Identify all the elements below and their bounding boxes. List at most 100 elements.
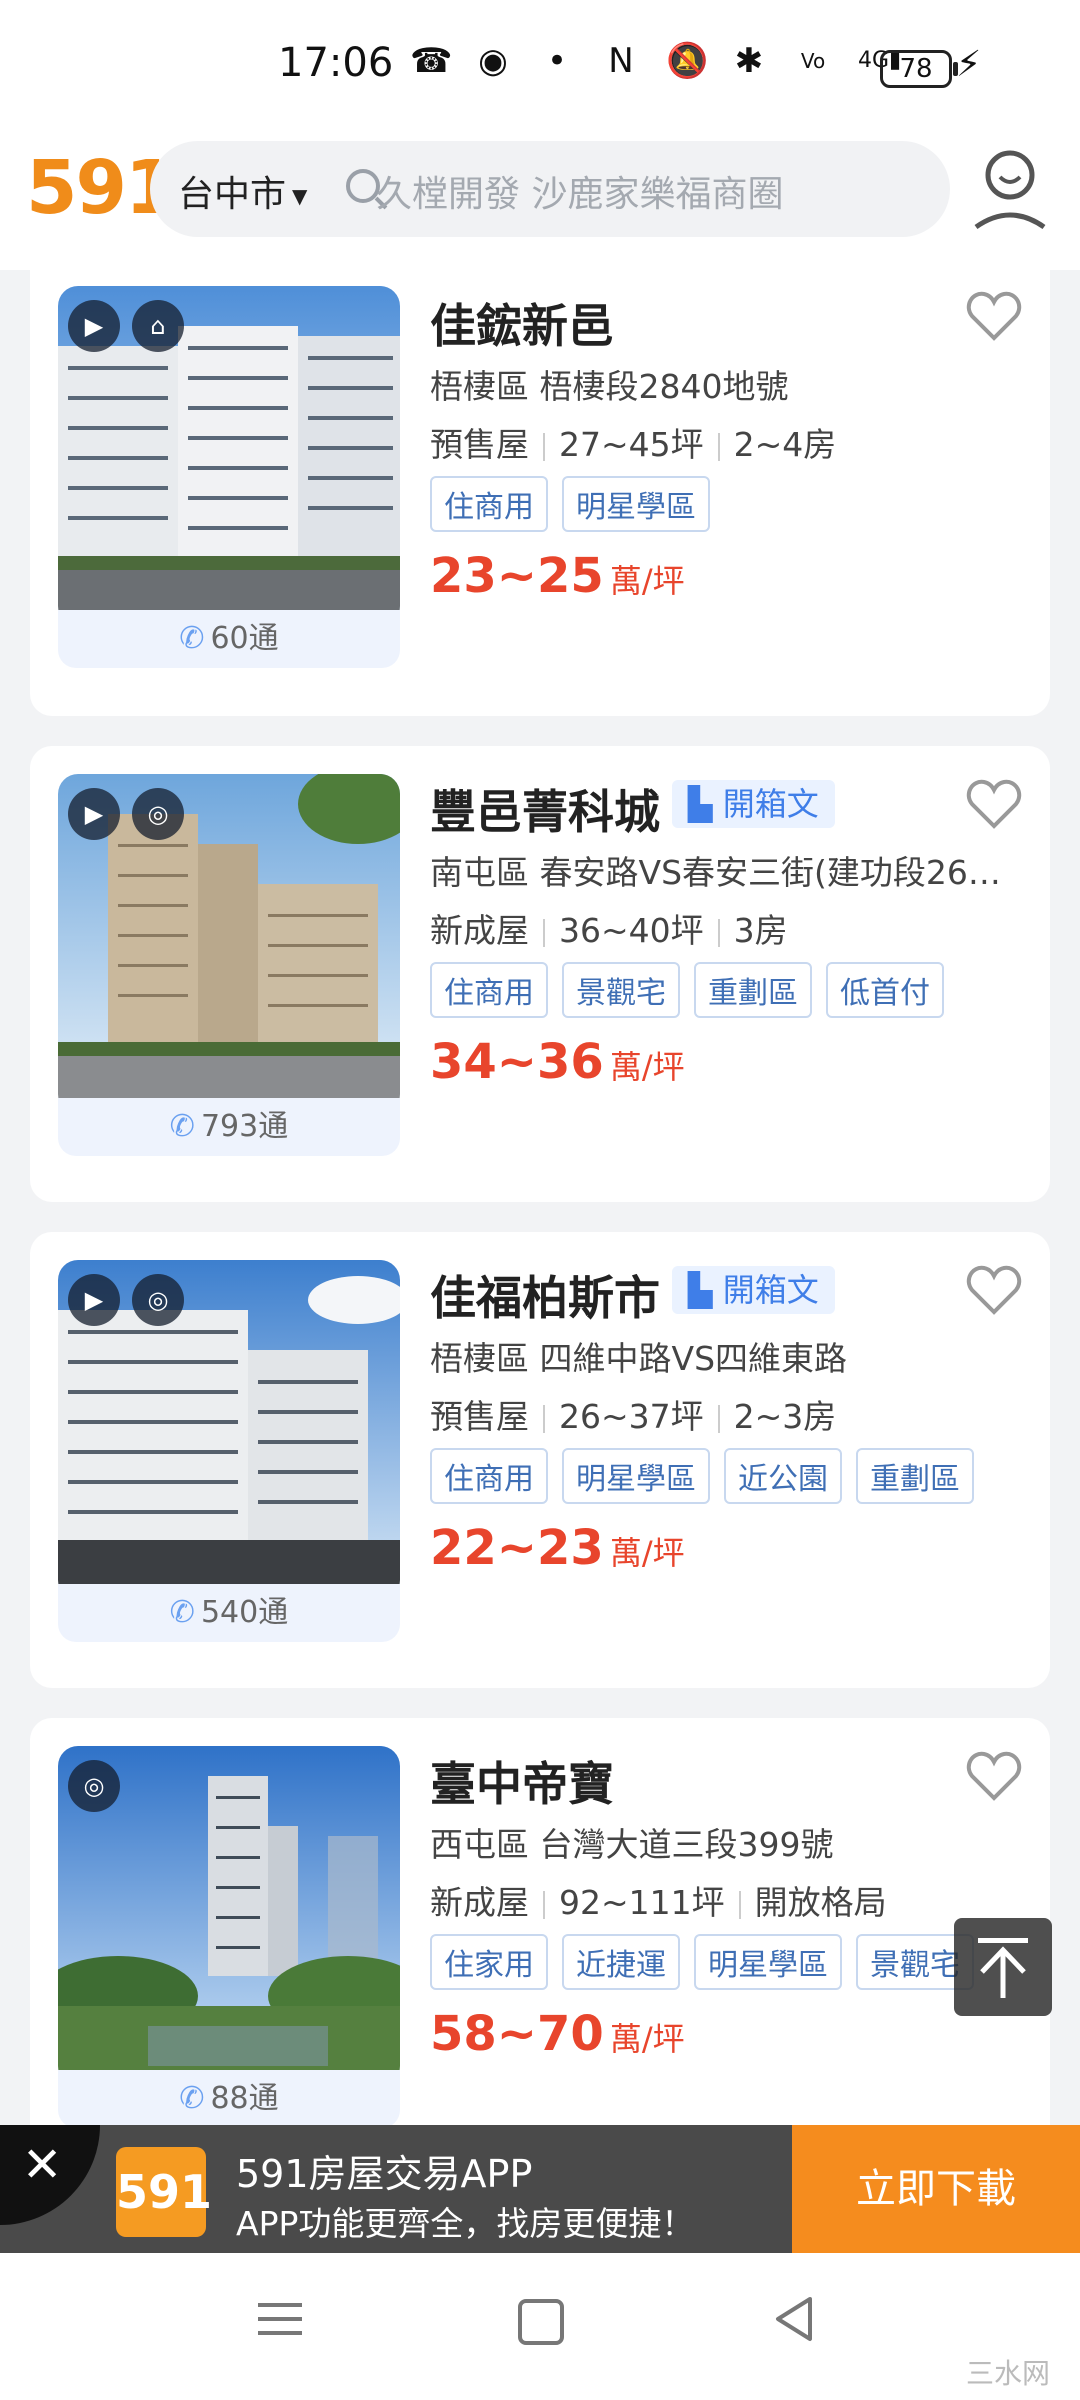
- vr-tour-icon[interactable]: ◎: [68, 1760, 120, 1812]
- listing-rooms: 開放格局: [754, 1883, 887, 1922]
- listing-type: 新成屋: [430, 911, 529, 950]
- divider: [738, 1890, 741, 1919]
- vr-tour-icon[interactable]: ◎: [132, 1274, 184, 1326]
- vr-tour-icon[interactable]: ◎: [132, 788, 184, 840]
- price-value: 34~36: [430, 1034, 604, 1090]
- tag: 明星學區: [562, 476, 710, 532]
- listing-address: 梧棲區 四維中路VS四維東路: [430, 1339, 848, 1378]
- favorite-heart-icon[interactable]: [966, 290, 1022, 342]
- listing-title[interactable]: 豐邑菁科城: [430, 776, 660, 842]
- city-select[interactable]: 台中市 ▼: [178, 165, 307, 217]
- favorite-heart-icon[interactable]: [966, 778, 1022, 830]
- divider: [717, 432, 720, 461]
- listing-photo[interactable]: ◎: [58, 1746, 400, 2086]
- listing-photo[interactable]: ▶ ◎: [58, 1260, 400, 1600]
- phone-icon: ✆: [169, 1109, 195, 1144]
- play-video-icon[interactable]: ▶: [68, 788, 120, 840]
- status-bar: 17:06 ☎ ◉ • N 🔕 ✱ Vo 4G▮ 78 ⚡: [0, 0, 1080, 135]
- caret-down-icon: ▼: [292, 184, 308, 208]
- city-label: 台中市: [178, 174, 287, 215]
- listing-tags: 住商用 明星學區: [430, 476, 710, 532]
- listing-card[interactable]: ◎ ✆ 88通 臺中帝寶 西屯區 台灣大道三段399號 新成屋 92~111坪 開放格…: [30, 1718, 1050, 2158]
- listing-rooms: 3房: [733, 911, 788, 950]
- listing-size: 27~45坪: [559, 425, 704, 464]
- volte-icon: Vo: [800, 49, 826, 73]
- unboxing-article-badge[interactable]: ▙ 開箱文: [672, 780, 835, 828]
- listing-title[interactable]: 臺中帝寶: [430, 1748, 614, 1814]
- listing-card[interactable]: ▶ ◎ ✆ 793通 豐邑菁科城 ▙ 開箱文 南屯區 春安路VS春安三街(建功段2…: [30, 746, 1050, 1202]
- call-count: ✆ 540通: [58, 1584, 400, 1642]
- app-header: 591 台中市 ▼ 久樘開發 沙鹿家樂福商圈: [0, 135, 1080, 270]
- listing-address: 南屯區 春安路VS春安三街(建功段26…: [430, 853, 1001, 892]
- favorite-heart-icon[interactable]: [966, 1264, 1022, 1316]
- call-count-label: 88通: [210, 2081, 279, 2116]
- search-icon: [346, 169, 380, 203]
- price-unit: 萬/坪: [609, 1048, 685, 1086]
- phone-icon: ✆: [179, 621, 205, 656]
- divider: [543, 432, 545, 461]
- listing-tags: 住商用 明星學區 近公園 重劃區: [430, 1448, 974, 1504]
- listing-title[interactable]: 佳鋐新邑: [430, 290, 614, 356]
- unboxing-article-badge[interactable]: ▙ 開箱文: [672, 1266, 835, 1314]
- dot-icon: •: [546, 41, 568, 81]
- listing-size: 26~37坪: [559, 1397, 704, 1436]
- listing-address: 梧棲區 梧棲段2840地號: [430, 367, 789, 406]
- recent-apps-icon[interactable]: [258, 2299, 302, 2339]
- call-count: ✆ 88通: [58, 2070, 400, 2128]
- listing-photo[interactable]: ▶ ⌂: [58, 286, 400, 626]
- listing-specs: 新成屋 36~40坪 3房: [430, 904, 788, 952]
- nfc-icon: N: [608, 41, 634, 81]
- search-input[interactable]: 久樘開發 沙鹿家樂福商圈: [376, 165, 783, 217]
- article-icon: ▙: [688, 1271, 723, 1309]
- system-nav-bar: 三水网: [0, 2253, 1080, 2400]
- call-count-label: 60通: [210, 621, 279, 656]
- 3d-model-icon[interactable]: ⌂: [132, 300, 184, 352]
- banner-subtitle: APP功能更齊全，找房更便捷！: [236, 2204, 695, 2243]
- tag: 住商用: [430, 962, 548, 1018]
- unboxing-label: 開箱文: [722, 785, 819, 823]
- price-unit: 萬/坪: [609, 2020, 685, 2058]
- phone-icon: ✆: [169, 1595, 195, 1630]
- call-count-label: 540通: [200, 1595, 289, 1630]
- search-bar[interactable]: 台中市 ▼ 久樘開發 沙鹿家樂福商圈: [150, 141, 950, 237]
- tag: 明星學區: [562, 1448, 710, 1504]
- listing-card[interactable]: ▶ ◎ ✆ 540通 佳福柏斯市 ▙ 開箱文 梧棲區 四維中路VS四維東路 預售屋…: [30, 1232, 1050, 1688]
- listing-type: 預售屋: [430, 425, 529, 464]
- tag: 低首付: [826, 962, 944, 1018]
- missed-call-icon: ☎: [410, 41, 453, 81]
- user-icon[interactable]: [972, 145, 1048, 231]
- listing-card[interactable]: ▶ ⌂ ✆ 60通 佳鋐新邑 梧棲區 梧棲段2840地號 預售屋 27~45坪 2~4…: [30, 270, 1050, 716]
- listing-price: 23~25 萬/坪: [430, 548, 685, 604]
- price-value: 58~70: [430, 2006, 604, 2062]
- listing-price: 58~70 萬/坪: [430, 2006, 685, 2062]
- listing-photo[interactable]: ▶ ◎: [58, 774, 400, 1114]
- listing-price: 22~23 萬/坪: [430, 1520, 685, 1576]
- listing-size: 36~40坪: [559, 911, 704, 950]
- messenger-icon: ◉: [478, 41, 508, 81]
- play-video-icon[interactable]: ▶: [68, 1274, 120, 1326]
- play-video-icon[interactable]: ▶: [68, 300, 120, 352]
- divider: [717, 1404, 720, 1433]
- close-icon[interactable]: ✕: [0, 2125, 100, 2225]
- download-button[interactable]: 立即下載: [792, 2125, 1080, 2253]
- price-value: 23~25: [430, 548, 604, 604]
- tag: 近公園: [724, 1448, 842, 1504]
- listing-rooms: 2~3房: [733, 1397, 837, 1436]
- price-value: 22~23: [430, 1520, 604, 1576]
- home-icon[interactable]: [518, 2299, 564, 2345]
- back-to-top-button[interactable]: [954, 1918, 1052, 2016]
- article-icon: ▙: [688, 785, 723, 823]
- back-icon[interactable]: [772, 2295, 816, 2343]
- phone-icon: ✆: [179, 2081, 205, 2116]
- bluetooth-icon: ✱: [734, 41, 764, 81]
- favorite-heart-icon[interactable]: [966, 1750, 1022, 1802]
- divider: [717, 918, 720, 947]
- listing-title[interactable]: 佳福柏斯市: [430, 1262, 660, 1328]
- charging-icon: ⚡: [956, 44, 982, 85]
- call-count: ✆ 60通: [58, 610, 400, 668]
- tag: 住家用: [430, 1934, 548, 1990]
- banner-title: 591房屋交易APP: [236, 2152, 533, 2196]
- unboxing-label: 開箱文: [722, 1271, 819, 1309]
- listing-specs: 預售屋 27~45坪 2~4房: [430, 418, 836, 466]
- call-count-label: 793通: [200, 1109, 289, 1144]
